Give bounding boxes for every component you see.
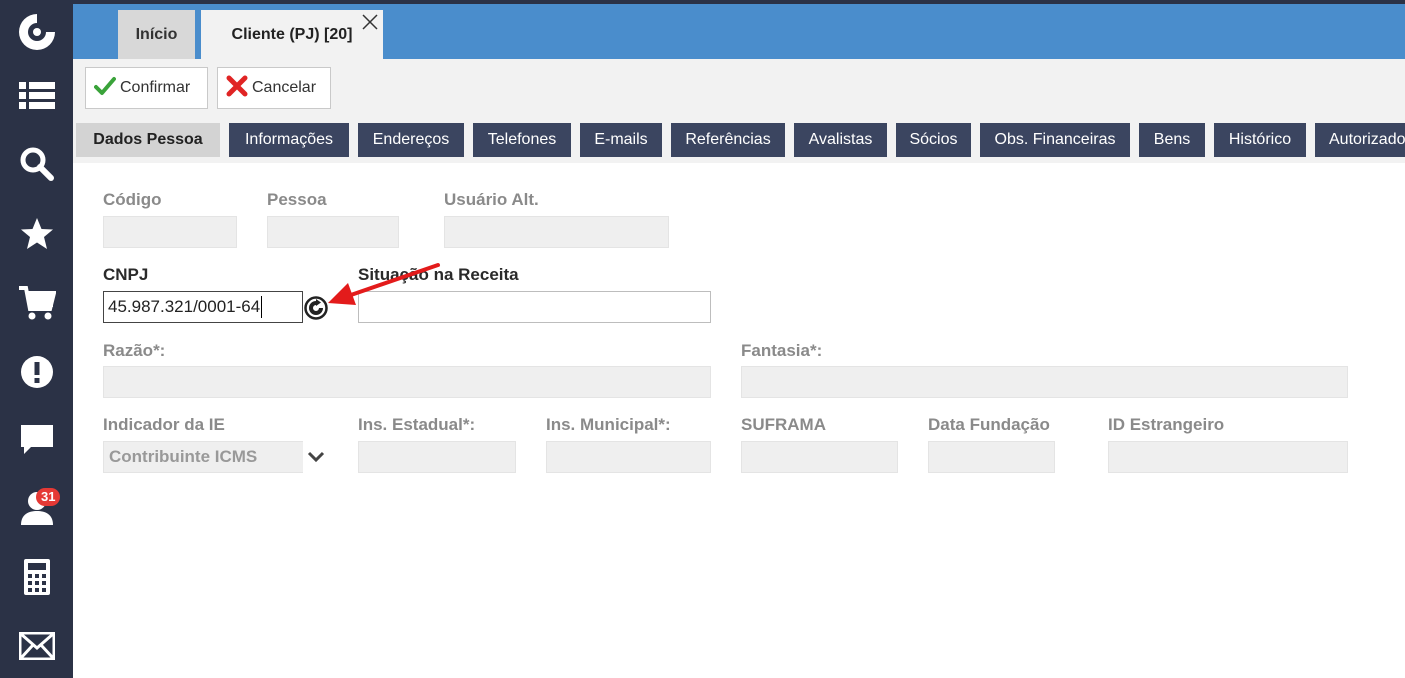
- tab-historico[interactable]: Histórico: [1214, 123, 1306, 157]
- tab-telefones[interactable]: Telefones: [473, 123, 571, 157]
- suframa-field[interactable]: [741, 441, 898, 473]
- ins-estadual-label: Ins. Estadual*:: [358, 415, 476, 434]
- app-root: 31 Início Cliente (PJ) [20] Confirmar Ca…: [0, 0, 1405, 678]
- chevron-down-icon[interactable]: [303, 441, 328, 473]
- annotation-arrow: [328, 263, 440, 305]
- cnpj-label: CNPJ: [103, 265, 149, 284]
- ins-municipal-field[interactable]: [546, 441, 711, 473]
- cancel-label: Cancelar: [252, 79, 317, 96]
- data-fundacao-label: Data Fundação: [928, 415, 1050, 434]
- razao-field[interactable]: [103, 366, 711, 398]
- id-estrangeiro-field[interactable]: [1108, 441, 1348, 473]
- tab-socios[interactable]: Sócios: [896, 123, 971, 157]
- tab-cliente[interactable]: Cliente (PJ) [20]: [201, 10, 383, 59]
- ins-municipal-label: Ins. Municipal*:: [546, 415, 671, 434]
- notification-badge: 31: [36, 488, 61, 506]
- tab-enderecos[interactable]: Endereços: [358, 123, 464, 157]
- codigo-label: Código: [103, 190, 162, 209]
- list-icon[interactable]: [0, 64, 73, 128]
- confirm-label: Confirmar: [120, 79, 191, 96]
- search-icon[interactable]: [0, 132, 73, 196]
- tab-referencias[interactable]: Referências: [671, 123, 785, 157]
- alert-icon[interactable]: [0, 340, 73, 404]
- user-icon[interactable]: 31: [0, 476, 73, 540]
- tab-autorizado[interactable]: Autorizado: [1315, 123, 1405, 157]
- ins-estadual-field[interactable]: [358, 441, 516, 473]
- fantasia-label: Fantasia*:: [741, 341, 823, 360]
- pessoa-field[interactable]: [267, 216, 399, 248]
- razao-label: Razão*:: [103, 341, 166, 360]
- usuario-alt-field[interactable]: [444, 216, 669, 248]
- id-estrangeiro-label: ID Estrangeiro: [1108, 415, 1225, 434]
- cancel-button[interactable]: Cancelar: [217, 67, 331, 109]
- data-fundacao-field[interactable]: [928, 441, 1055, 473]
- sidebar: 31: [0, 0, 73, 678]
- codigo-field[interactable]: [103, 216, 237, 248]
- indicador-ie-select[interactable]: Contribuinte ICMS: [103, 441, 328, 473]
- text-caret: [261, 296, 263, 318]
- cnpj-field[interactable]: 45.987.321/0001-64: [103, 291, 303, 323]
- cart-icon[interactable]: [0, 271, 73, 335]
- chat-icon[interactable]: [0, 408, 73, 472]
- tab-bens[interactable]: Bens: [1139, 123, 1205, 157]
- close-icon[interactable]: [360, 12, 380, 32]
- suframa-label: SUFRAMA: [741, 415, 826, 434]
- tab-dados-pessoa[interactable]: Dados Pessoa: [76, 123, 220, 157]
- mail-icon[interactable]: [0, 614, 73, 678]
- calculator-icon[interactable]: [0, 545, 73, 609]
- confirm-button[interactable]: Confirmar: [85, 67, 208, 109]
- pessoa-label: Pessoa: [267, 190, 327, 209]
- tab-obs-financeiras[interactable]: Obs. Financeiras: [980, 123, 1130, 157]
- indicador-ie-label: Indicador da IE: [103, 415, 225, 434]
- usuario-alt-label: Usuário Alt.: [444, 190, 539, 209]
- fantasia-field[interactable]: [741, 366, 1348, 398]
- cross-icon: [226, 75, 248, 102]
- star-icon[interactable]: [0, 202, 73, 266]
- check-icon: [94, 76, 116, 101]
- tab-avalistas[interactable]: Avalistas: [794, 123, 887, 157]
- tab-emails[interactable]: E-mails: [580, 123, 662, 157]
- logo-icon[interactable]: [0, 0, 73, 64]
- tab-informacoes[interactable]: Informações: [229, 123, 349, 157]
- tab-inicio[interactable]: Início: [118, 10, 195, 59]
- cnpj-value: 45.987.321/0001-64: [108, 297, 261, 316]
